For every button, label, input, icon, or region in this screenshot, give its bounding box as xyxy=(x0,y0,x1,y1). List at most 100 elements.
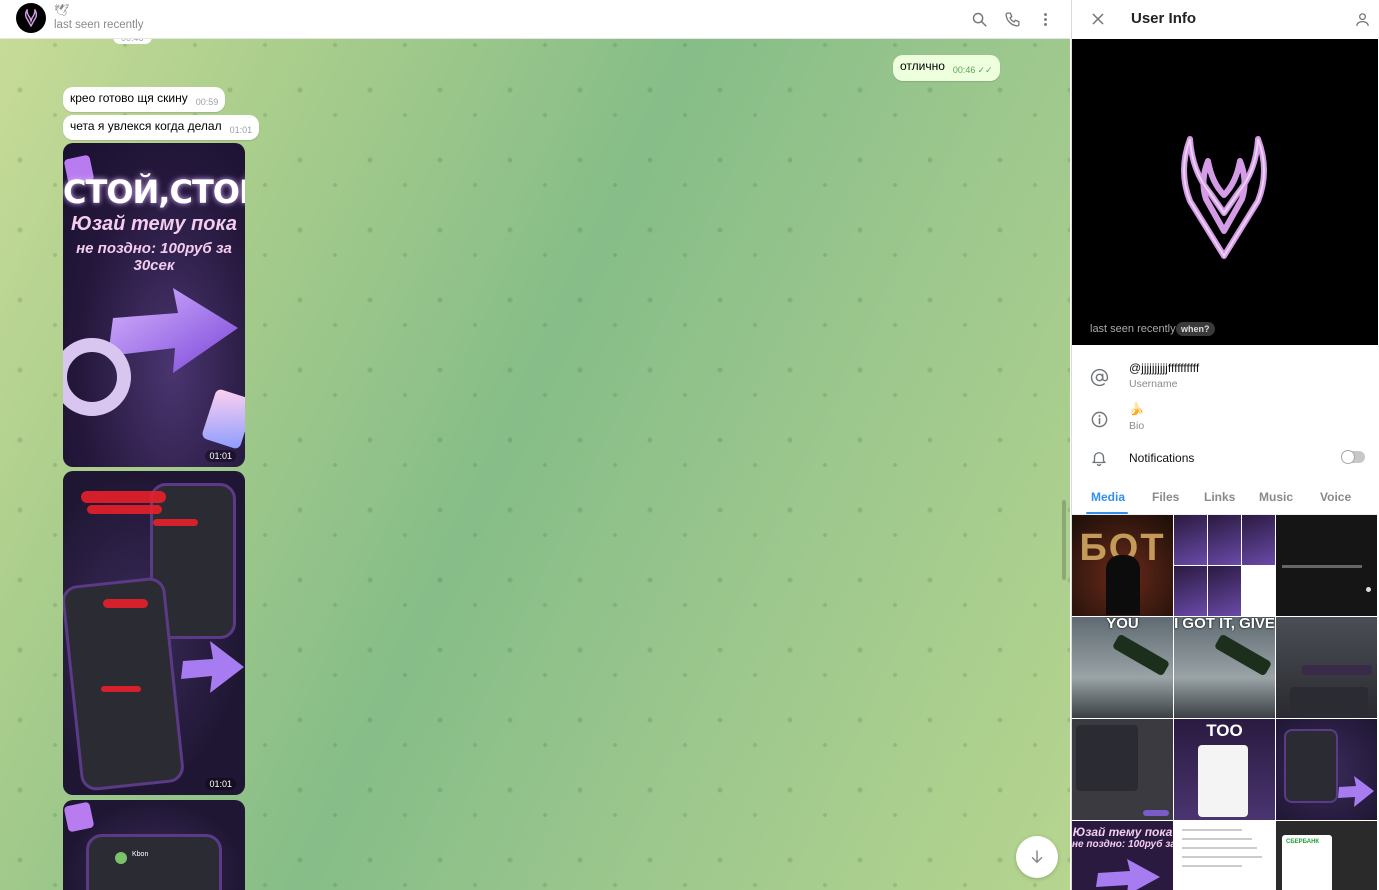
thumb-receipt xyxy=(1198,745,1248,817)
media-time: 01:01 xyxy=(205,778,236,790)
tab-links[interactable]: Links xyxy=(1204,490,1235,504)
bio-row[interactable]: 🍌 Bio xyxy=(1072,400,1378,438)
redacted-mark xyxy=(153,519,198,526)
thumb-chat-window xyxy=(1076,725,1138,791)
message-text: чета я увлекся когда делал xyxy=(70,119,222,133)
read-check-icon: ✓✓ xyxy=(977,65,993,75)
close-icon xyxy=(1092,13,1104,25)
thumb-part xyxy=(1208,566,1241,616)
tab-files[interactable]: Files xyxy=(1152,490,1179,504)
thumbnail-text: IT TO YOU TOO xyxy=(1182,719,1266,740)
logo-icon xyxy=(24,9,38,27)
username-value: @jjjjjjjjjjffffffffff xyxy=(1129,361,1200,375)
scroll-down-button[interactable] xyxy=(1016,836,1058,878)
message-outgoing[interactable]: отлично 00:46 ✓✓ xyxy=(893,55,1000,81)
message-incoming[interactable]: чета я увлекся когда делал 01:01 xyxy=(63,115,260,140)
thumb-chat-bubble xyxy=(1302,665,1372,675)
bell-icon xyxy=(1089,448,1109,468)
person-figure xyxy=(1106,555,1140,615)
when-button[interactable]: when? xyxy=(1176,322,1215,336)
media-thumbnail[interactable]: IT TO YOU TOO xyxy=(1174,719,1275,820)
chat-title[interactable]: 🕊 xyxy=(54,3,69,17)
media-thumbnail[interactable]: СБЕРБАНК xyxy=(1276,821,1377,890)
chat-area: 00:46 отлично 00:46 ✓✓ крео готово щя скин… xyxy=(0,0,1070,890)
call-button[interactable] xyxy=(1002,9,1022,29)
phone-mockup xyxy=(63,576,186,792)
tab-media[interactable]: Media xyxy=(1091,490,1125,504)
media-thumbnail[interactable]: I GOT IT, GIVE xyxy=(1174,617,1275,718)
more-vertical-icon xyxy=(1043,12,1047,26)
creative-title: СТОЙ,СТОЙ!!! xyxy=(63,173,245,211)
cube-decoration xyxy=(200,388,245,450)
thumb-part xyxy=(1242,566,1275,616)
media-thumbnail[interactable]: БОТ xyxy=(1072,515,1173,616)
more-menu-button[interactable] xyxy=(1035,9,1055,29)
phone-contact-name: Kbon xyxy=(132,851,149,858)
thumb-part xyxy=(1174,515,1207,565)
info-icon xyxy=(1089,409,1109,429)
media-thumbnail[interactable]: Юзай тему пока не поздно: 100руб за 30се… xyxy=(1072,821,1173,890)
knife-graphic xyxy=(1111,633,1171,677)
thumb-part xyxy=(1242,515,1275,565)
thumb-chat-bubble xyxy=(1143,810,1169,816)
message-incoming[interactable]: крео готово щя скину 00:59 xyxy=(63,87,226,112)
bio-value: 🍌 xyxy=(1129,402,1144,416)
notifications-label: Notifications xyxy=(1129,451,1195,465)
tab-music[interactable]: Music xyxy=(1259,490,1293,504)
message-time: 01:01 xyxy=(229,125,253,135)
thumbnail-text: не поздно: 100руб за 30сек xyxy=(1072,839,1173,850)
panel-title: User Info xyxy=(1131,10,1197,27)
message-time: 00:46 xyxy=(952,65,976,75)
at-sign-icon xyxy=(1089,367,1109,387)
phone-mockup xyxy=(86,834,222,890)
media-message-image[interactable]: СТОЙ,СТОЙ!!! Юзай тему пока не поздно: 1… xyxy=(63,143,245,467)
thumb-text-line xyxy=(1182,838,1252,840)
phone-mockup xyxy=(1284,729,1338,803)
tab-indicator xyxy=(1086,512,1128,514)
shared-media-tabs: Media Files Links Music Voice xyxy=(1072,482,1378,515)
creative-subtitle-2: не поздно: 100руб за 30сек xyxy=(76,240,232,274)
notifications-row[interactable]: Notifications xyxy=(1072,444,1378,472)
media-thumbnail[interactable] xyxy=(1174,515,1275,616)
thumbnail-text: СБЕРБАНК xyxy=(1286,839,1320,845)
thumbnail-text: YOU xyxy=(1106,617,1139,632)
thumb-part xyxy=(1208,515,1241,565)
thumb-text-line xyxy=(1182,829,1242,831)
media-message-image[interactable]: 01:01 xyxy=(63,471,245,795)
media-thumbnail[interactable]: YOU xyxy=(1072,617,1173,718)
search-icon xyxy=(972,12,987,27)
username-row[interactable]: @jjjjjjjjjjffffffffff Username xyxy=(1072,358,1378,396)
avatar xyxy=(115,852,127,864)
avatar[interactable] xyxy=(16,3,46,33)
arrow-graphic xyxy=(1096,859,1160,890)
search-button[interactable] xyxy=(969,9,989,29)
creative-subtitle: Юзай тему пока xyxy=(71,213,237,235)
profile-photo[interactable]: 🕊 last seen recently when? xyxy=(1072,39,1378,345)
username-label: Username xyxy=(1129,378,1178,390)
tab-voice[interactable]: Voice xyxy=(1320,490,1351,504)
chat-status: last seen recently xyxy=(54,19,144,31)
add-user-icon xyxy=(1355,12,1369,26)
thumb-text-line xyxy=(1282,565,1362,568)
thumb-part xyxy=(1174,566,1207,616)
media-thumbnail[interactable] xyxy=(1072,719,1173,820)
profile-status: last seen recently xyxy=(1090,323,1176,335)
heart-icon xyxy=(1366,587,1371,592)
media-thumbnail[interactable] xyxy=(1276,515,1377,616)
panel-header: User Info xyxy=(1072,0,1379,38)
knife-graphic xyxy=(1213,633,1273,677)
message-time: 00:59 xyxy=(195,97,219,107)
message-text: отлично xyxy=(900,59,945,73)
media-thumbnail[interactable] xyxy=(1276,617,1377,718)
scrollbar[interactable] xyxy=(1062,500,1066,580)
media-thumbnail[interactable] xyxy=(1276,719,1377,820)
media-message-image[interactable]: Kbon xyxy=(63,800,245,890)
arrow-down-icon xyxy=(1031,850,1043,864)
close-button[interactable] xyxy=(1088,9,1108,29)
notifications-toggle[interactable] xyxy=(1341,450,1365,464)
profile-name: 🕊 xyxy=(1090,303,1107,318)
edit-contact-button[interactable] xyxy=(1352,9,1372,29)
media-thumbnail[interactable] xyxy=(1174,821,1275,890)
chat-header[interactable]: 🕊 last seen recently xyxy=(0,0,1070,39)
redacted-mark xyxy=(103,599,148,608)
